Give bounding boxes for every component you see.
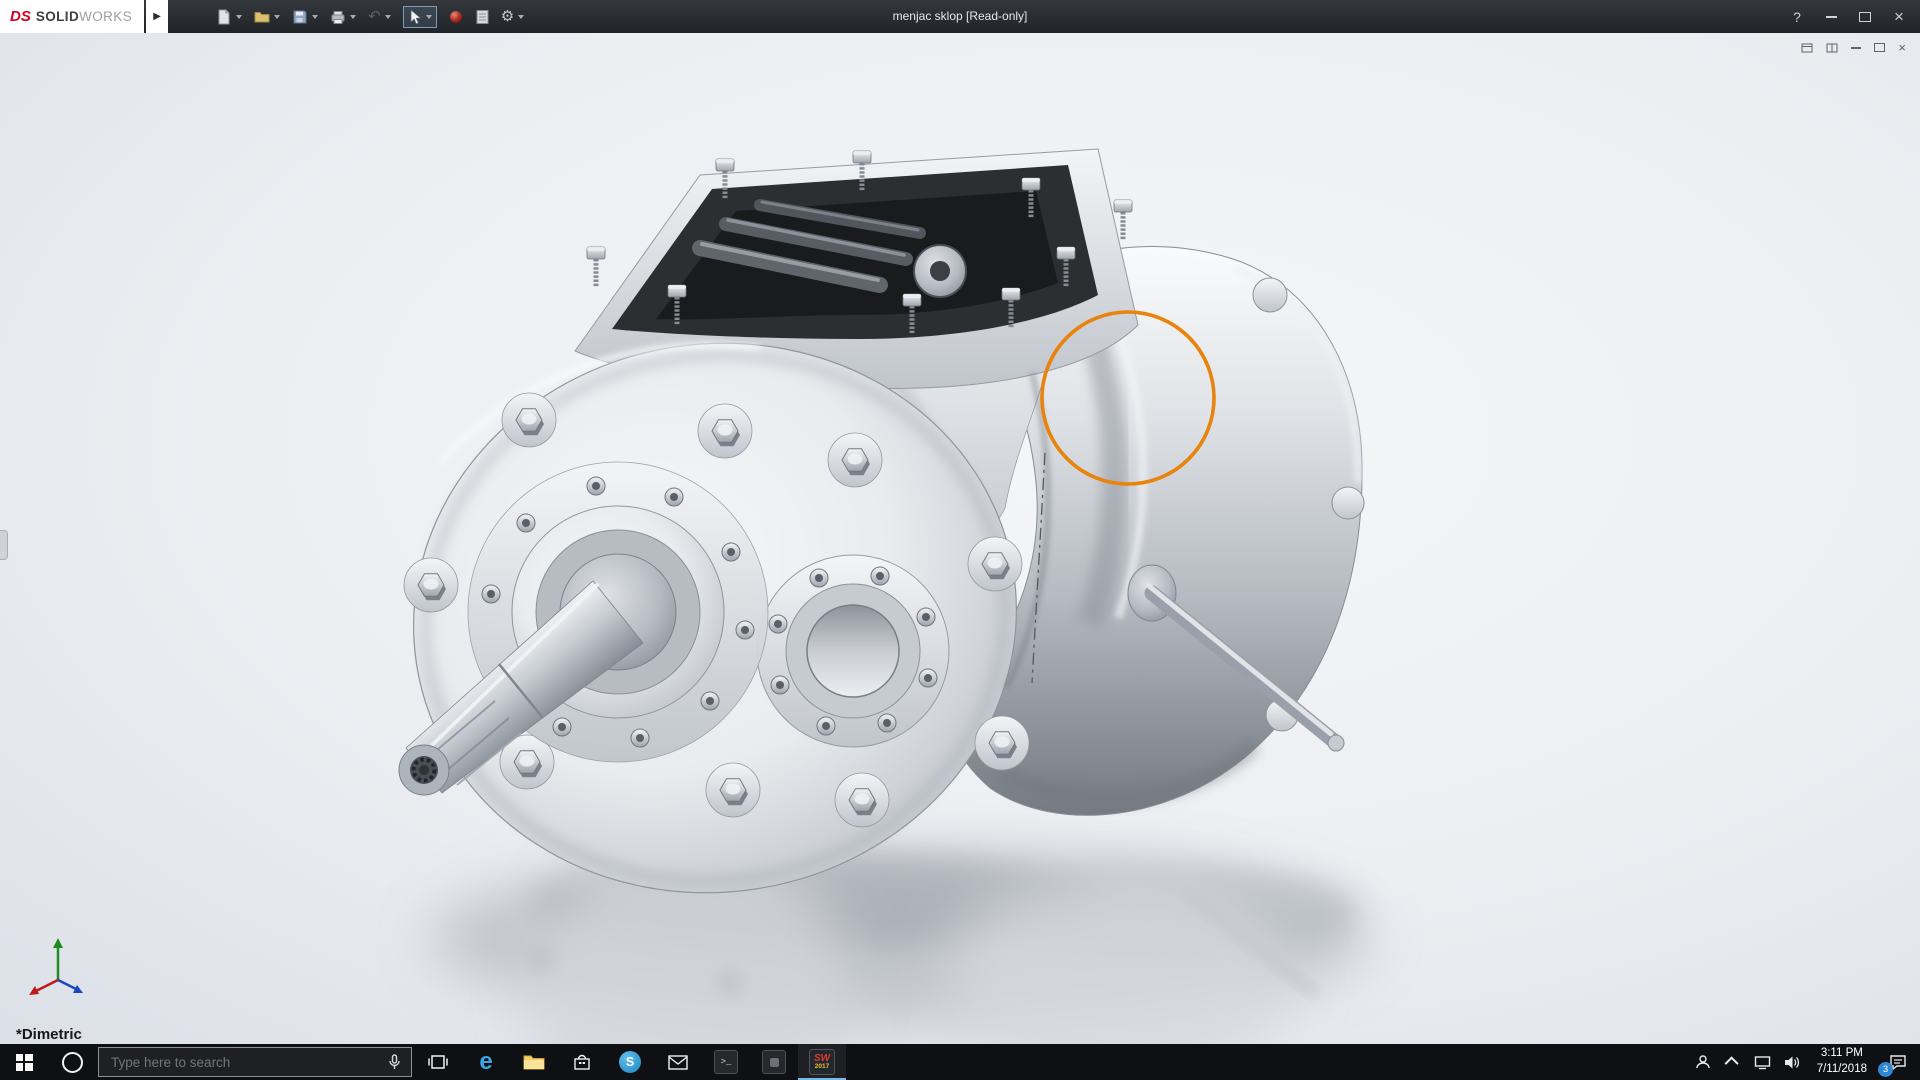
save-dropdown-arrow-icon[interactable] bbox=[312, 14, 319, 19]
new-document-button[interactable] bbox=[216, 9, 243, 25]
windows-logo-icon bbox=[15, 1053, 33, 1071]
open-button[interactable] bbox=[254, 9, 281, 25]
microphone-icon[interactable] bbox=[388, 1053, 401, 1071]
store-button[interactable] bbox=[558, 1044, 606, 1080]
open-folder-icon bbox=[254, 11, 270, 22]
brand-text-works: WORKS bbox=[79, 9, 133, 24]
task-view-button[interactable] bbox=[414, 1044, 462, 1080]
select-tool-button[interactable] bbox=[402, 5, 437, 28]
ds-logo-icon: DS bbox=[10, 8, 31, 25]
store-bag-icon bbox=[574, 1054, 590, 1070]
solidworks-window: DS SOLID WORKS ▶ ↶ ⚙ menjac sklop [Read-… bbox=[0, 0, 1920, 1080]
titlebar: DS SOLID WORKS ▶ ↶ ⚙ menjac sklop [Read-… bbox=[0, 0, 1920, 33]
undo-button[interactable]: ↶ bbox=[368, 9, 391, 24]
edge-icon: e bbox=[479, 1048, 493, 1075]
rebuild-icon bbox=[449, 10, 462, 23]
skype-icon: S bbox=[619, 1051, 641, 1073]
file-explorer-icon bbox=[523, 1055, 545, 1070]
edge-button[interactable]: e bbox=[462, 1044, 510, 1080]
doc-pane-icon-a[interactable] bbox=[1801, 43, 1813, 53]
network-button[interactable] bbox=[1748, 1044, 1778, 1080]
mail-button[interactable] bbox=[654, 1044, 702, 1080]
tray-overflow-button[interactable] bbox=[1718, 1044, 1748, 1080]
doc-restore-icon bbox=[1874, 43, 1886, 52]
file-properties-icon bbox=[476, 9, 489, 24]
document-window-controls: × bbox=[1801, 40, 1906, 55]
print-button[interactable] bbox=[330, 9, 357, 25]
model-3d-view[interactable] bbox=[0, 33, 1920, 1044]
doc-restore-button[interactable] bbox=[1874, 43, 1886, 52]
print-icon bbox=[331, 10, 345, 24]
dark-app-icon bbox=[762, 1050, 786, 1074]
cortana-button[interactable] bbox=[48, 1044, 96, 1080]
people-button[interactable] bbox=[1688, 1044, 1718, 1080]
maximize-button[interactable] bbox=[1848, 0, 1882, 33]
select-dropdown-arrow-icon[interactable] bbox=[425, 14, 432, 19]
print-dropdown-arrow-icon[interactable] bbox=[350, 14, 357, 19]
doc-pane-icon-b[interactable] bbox=[1826, 43, 1838, 53]
taskbar-clock[interactable]: 3:11 PM 7/11/2018 bbox=[1808, 1044, 1876, 1080]
featuremanager-collapsed-tab[interactable] bbox=[0, 530, 8, 560]
close-button[interactable]: × bbox=[1882, 0, 1916, 33]
save-icon bbox=[293, 10, 307, 23]
open-dropdown-arrow-icon[interactable] bbox=[274, 14, 281, 19]
main-toolbar: ↶ ⚙ bbox=[210, 5, 530, 28]
cortana-ring-icon bbox=[61, 1051, 83, 1073]
action-center-button[interactable]: 3 bbox=[1876, 1044, 1920, 1080]
graphics-area: × *Dimetric bbox=[0, 33, 1920, 1044]
clock-date: 7/11/2018 bbox=[1816, 1063, 1867, 1075]
taskbar: e S >_ bbox=[0, 1044, 1920, 1080]
help-button[interactable]: ? bbox=[1780, 0, 1814, 33]
undo-dropdown-arrow-icon[interactable] bbox=[384, 14, 391, 19]
doc-minimize-button[interactable] bbox=[1851, 46, 1862, 49]
menu-flyout-button[interactable]: ▶ bbox=[146, 0, 169, 33]
taskbar-search[interactable] bbox=[98, 1047, 412, 1077]
doc-minimize-icon bbox=[1851, 46, 1862, 49]
minimize-button[interactable] bbox=[1814, 0, 1848, 33]
undo-icon: ↶ bbox=[368, 8, 381, 25]
select-cursor-icon bbox=[410, 8, 422, 25]
options-button[interactable]: ⚙ bbox=[500, 8, 525, 25]
clock-time: 3:11 PM bbox=[1820, 1047, 1863, 1060]
skype-button[interactable]: S bbox=[606, 1044, 654, 1080]
file-properties-button[interactable] bbox=[475, 9, 489, 25]
speaker-icon bbox=[1785, 1056, 1800, 1068]
solidworks-taskbar-button[interactable]: SW 2017 bbox=[798, 1044, 846, 1080]
window-title: menjac sklop [Read-only] bbox=[892, 9, 1028, 23]
people-icon bbox=[1695, 1055, 1710, 1069]
doc-close-button[interactable]: × bbox=[1898, 40, 1906, 55]
notification-badge: 3 bbox=[1878, 1062, 1893, 1077]
solidworks-app-icon: SW 2017 bbox=[809, 1049, 835, 1075]
brand-text-solid: SOLID bbox=[35, 9, 80, 24]
mail-envelope-icon bbox=[668, 1054, 688, 1070]
app-button-dark[interactable] bbox=[750, 1044, 798, 1080]
gear-icon: ⚙ bbox=[500, 8, 515, 25]
file-explorer-button[interactable] bbox=[510, 1044, 558, 1080]
window-controls: ? × bbox=[1780, 0, 1916, 33]
options-dropdown-arrow-icon[interactable] bbox=[518, 14, 525, 19]
task-view-icon bbox=[428, 1055, 448, 1069]
search-input[interactable] bbox=[109, 1053, 380, 1071]
minimize-icon bbox=[1825, 15, 1837, 18]
new-document-icon bbox=[218, 9, 230, 24]
flyout-arrow-icon: ▶ bbox=[153, 11, 161, 22]
new-dropdown-arrow-icon[interactable] bbox=[236, 14, 243, 19]
chevron-up-icon bbox=[1724, 1056, 1739, 1071]
view-orientation-label: *Dimetric bbox=[16, 1026, 82, 1043]
command-prompt-button[interactable]: >_ bbox=[702, 1044, 750, 1080]
y-axis-icon bbox=[53, 938, 63, 948]
save-button[interactable] bbox=[292, 9, 319, 25]
start-button[interactable] bbox=[0, 1044, 48, 1080]
rebuild-button[interactable] bbox=[449, 10, 463, 24]
maximize-icon bbox=[1859, 11, 1871, 22]
solidworks-logo: DS SOLID WORKS bbox=[0, 0, 145, 33]
volume-button[interactable] bbox=[1778, 1044, 1808, 1080]
command-prompt-icon: >_ bbox=[714, 1050, 738, 1074]
system-tray: 3:11 PM 7/11/2018 3 bbox=[1688, 1044, 1920, 1080]
orientation-triad bbox=[29, 938, 83, 995]
network-icon bbox=[1754, 1055, 1771, 1069]
